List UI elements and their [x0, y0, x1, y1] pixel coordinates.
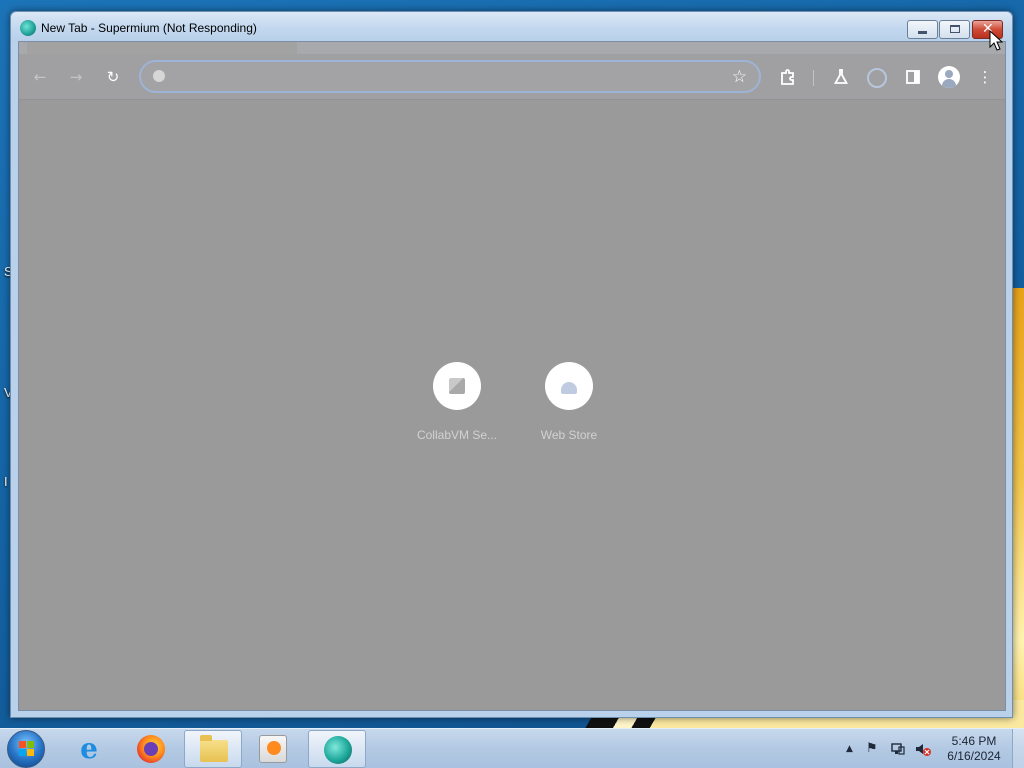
- window-title: New Tab - Supermium (Not Responding): [41, 21, 257, 35]
- volume-muted-icon[interactable]: [914, 741, 932, 761]
- taskbar-internet-explorer[interactable]: e: [60, 730, 118, 768]
- show-hidden-icons-icon[interactable]: ▲: [846, 744, 853, 754]
- windows-start-icon: [19, 741, 35, 757]
- taskbar: e ▲ ⚑ 5:46 PM 6/16/2024: [0, 728, 1024, 768]
- browser-content: ← → ↻ ☆ ⋮ CollabVM Se... Web Store: [18, 41, 1006, 711]
- minimize-button[interactable]: [907, 20, 938, 39]
- collabvm-favicon: [449, 378, 465, 394]
- desktop-icon-label-fragment[interactable]: I: [4, 474, 8, 489]
- network-icon[interactable]: [890, 741, 906, 761]
- reload-icon[interactable]: ↻: [104, 68, 122, 86]
- shortcut-icon-circle: [433, 362, 481, 410]
- loading-spinner-icon: [867, 68, 887, 88]
- flask-icon[interactable]: [832, 68, 850, 86]
- site-info-icon[interactable]: [153, 70, 165, 82]
- webstore-favicon: [561, 382, 577, 394]
- arrow-left-icon[interactable]: ←: [31, 68, 49, 86]
- taskbar-supermium[interactable]: [308, 730, 366, 768]
- shortcut-label: Web Store: [540, 428, 598, 442]
- minimize-icon: [918, 31, 927, 34]
- star-icon[interactable]: ☆: [732, 67, 747, 87]
- puzzle-icon[interactable]: [779, 68, 797, 86]
- file-explorer-icon: [200, 735, 228, 762]
- kebab-menu-icon[interactable]: ⋮: [976, 68, 994, 86]
- address-input[interactable]: [175, 67, 715, 87]
- clock-date: 6/16/2024: [947, 749, 1001, 763]
- toolbar-divider: [813, 70, 814, 86]
- shortcut-tile[interactable]: CollabVM Se...: [407, 362, 507, 452]
- new-tab-page: CollabVM Se... Web Store: [19, 100, 1005, 710]
- avatar-icon[interactable]: [938, 66, 960, 88]
- taskbar-file-explorer[interactable]: [184, 730, 242, 768]
- supermium-app-icon[interactable]: [20, 20, 36, 36]
- clock-time: 5:46 PM: [951, 734, 997, 748]
- media-player-icon: [259, 735, 287, 763]
- maximize-button[interactable]: [939, 20, 970, 39]
- taskbar-firefox[interactable]: [122, 730, 180, 768]
- address-bar[interactable]: ☆: [139, 60, 761, 93]
- browser-window: New Tab - Supermium (Not Responding) ✕ ←…: [10, 11, 1013, 718]
- mouse-cursor-icon: [989, 30, 1003, 51]
- internet-explorer-icon: e: [80, 732, 98, 765]
- shortcut-tile[interactable]: Web Store: [519, 362, 619, 452]
- taskbar-media-player[interactable]: [244, 730, 302, 768]
- action-center-flag-icon[interactable]: ⚑: [866, 741, 878, 756]
- maximize-icon: [950, 25, 960, 33]
- firefox-icon: [137, 735, 165, 763]
- start-button[interactable]: [7, 730, 45, 768]
- tab-strip: [19, 42, 1005, 54]
- tab-new-tab[interactable]: [27, 42, 297, 54]
- shortcut-icon-circle: [545, 362, 593, 410]
- supermium-icon: [324, 736, 352, 764]
- side-panel-icon[interactable]: [904, 68, 922, 86]
- show-desktop-button[interactable]: [1012, 729, 1024, 768]
- clock[interactable]: 5:46 PM 6/16/2024: [940, 734, 1008, 764]
- title-bar[interactable]: New Tab - Supermium (Not Responding) ✕: [11, 12, 1012, 42]
- arrow-right-icon[interactable]: →: [67, 68, 85, 86]
- browser-toolbar: ← → ↻ ☆ ⋮: [19, 54, 1005, 100]
- shortcut-label: CollabVM Se...: [416, 428, 498, 442]
